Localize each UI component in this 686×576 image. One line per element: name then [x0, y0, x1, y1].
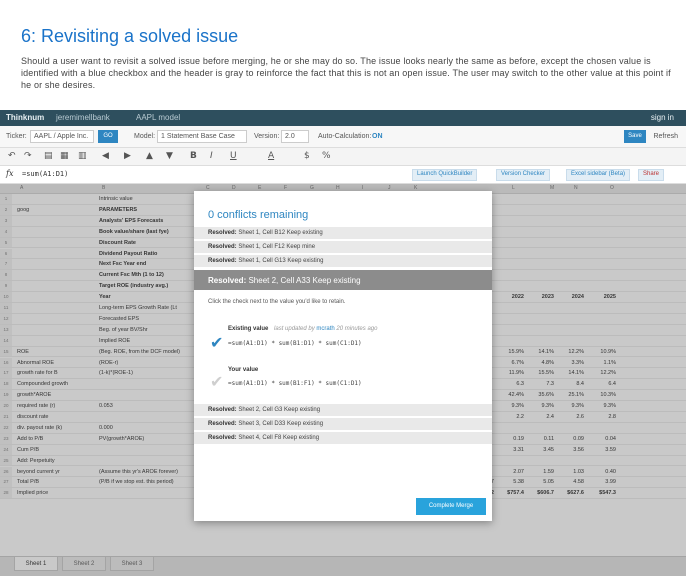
arrow-down-icon[interactable]: ▼ [166, 151, 173, 161]
share-button[interactable]: Share [638, 169, 665, 181]
insert-row-icon[interactable]: ▥ [78, 151, 87, 161]
go-button[interactable]: GO [98, 130, 118, 143]
slide-title: 6: Revisiting a solved issue [21, 26, 239, 46]
instruction-text: Click the check next to the value you'd … [208, 299, 346, 305]
formula-input[interactable]: =sum(A1:D1) [22, 170, 68, 178]
model-select[interactable]: 1 Statement Base Case [157, 130, 247, 143]
your-value-formula: =sum(A1:D1) * sum(B1:F1) * sum(C1:D1) [228, 380, 362, 387]
arrow-right-icon[interactable]: ▶ [124, 151, 131, 161]
arrow-left-icon[interactable]: ◀ [102, 151, 109, 161]
existing-value-label: Existing value last updated by mcrath 20… [228, 326, 378, 332]
complete-merge-button[interactable]: Complete Merge [416, 498, 486, 515]
refresh-link[interactable]: Refresh [653, 133, 678, 140]
version-label: Version: [254, 133, 280, 140]
last-updated-note: last updated by mcrath 20 minutes ago [274, 326, 378, 332]
existing-value-check-icon[interactable]: ✔ [210, 335, 223, 351]
model-label: Model: [134, 133, 156, 140]
merge-conflict-dialog: 0 conflicts remaining Resolved: Sheet 1,… [194, 191, 492, 521]
resolved-issue-row[interactable]: Resolved: Sheet 2, Cell G3 Keep existing [194, 404, 492, 417]
paint-format-icon[interactable]: ▦ [60, 151, 69, 161]
quickbuilder-button[interactable]: Launch QuickBuilder [412, 169, 478, 181]
autocalc-label: Auto-Calculation: [318, 133, 372, 140]
existing-value-formula: =sum(A1:D1) * sum(B1:D1) * sum(C1:D1) [228, 340, 362, 347]
your-value-check-icon[interactable]: ✔ [210, 374, 223, 390]
your-value-label: Your value [228, 367, 259, 373]
excel-sidebar-button[interactable]: Excel sidebar (Beta) [566, 169, 631, 181]
resolved-issue-row[interactable]: Resolved: Sheet 1, Cell F12 Keep mine [194, 241, 492, 254]
arrow-up-icon[interactable]: ▲ [146, 151, 153, 161]
resolved-issue-row[interactable]: Resolved: Sheet 1, Cell G13 Keep existin… [194, 255, 492, 268]
autocalc-toggle[interactable]: ON [372, 133, 383, 140]
format-toolbar: ↶ ↷ ▤ ▦ ▥ ◀ ▶ ▲ ▼ B I U A $ % [0, 148, 686, 166]
bold-button[interactable]: B [190, 151, 197, 161]
function-icon: fx [6, 169, 14, 178]
breadcrumb-user[interactable]: jeremimellbank [56, 113, 110, 122]
current-issue-header[interactable]: Resolved: Sheet 2, Cell A33 Keep existin… [194, 270, 492, 291]
print-icon[interactable]: ▤ [44, 151, 53, 161]
resolved-issue-row[interactable]: Resolved: Sheet 4, Cell F8 Keep existing [194, 432, 492, 445]
currency-button[interactable]: $ [304, 151, 310, 161]
formula-bar: fx =sum(A1:D1) Launch QuickBuilder Versi… [0, 166, 686, 184]
save-button[interactable]: Save [624, 130, 646, 143]
resolved-issue-row[interactable]: Resolved: Sheet 3, Cell D33 Keep existin… [194, 418, 492, 431]
percent-button[interactable]: % [322, 151, 331, 161]
sign-in-link[interactable]: sign in [651, 113, 674, 122]
redo-icon[interactable]: ↷ [24, 151, 32, 161]
undo-icon[interactable]: ↶ [8, 151, 16, 161]
italic-button[interactable]: I [210, 151, 213, 161]
brand-logo[interactable]: Thinknum [6, 113, 44, 122]
breadcrumb-model[interactable]: AAPL model [136, 113, 180, 122]
font-color-button[interactable]: A [268, 151, 274, 161]
underline-button[interactable]: U [230, 151, 237, 161]
version-checker-button[interactable]: Version Checker [496, 169, 551, 181]
top-bar: Thinknum jeremimellbank AAPL model sign … [0, 110, 686, 126]
resolved-issue-row[interactable]: Resolved: Sheet 1, Cell B12 Keep existin… [194, 227, 492, 240]
ticker-label: Ticker: [6, 133, 27, 140]
ticker-input[interactable]: AAPL / Apple Inc. [30, 130, 94, 143]
ticker-bar: Ticker: AAPL / Apple Inc. GO Model: 1 St… [0, 126, 686, 148]
version-select[interactable]: 2.0 [281, 130, 309, 143]
slide-description: Should a user want to revisit a solved i… [21, 56, 671, 90]
conflicts-remaining-title: 0 conflicts remaining [208, 209, 309, 221]
